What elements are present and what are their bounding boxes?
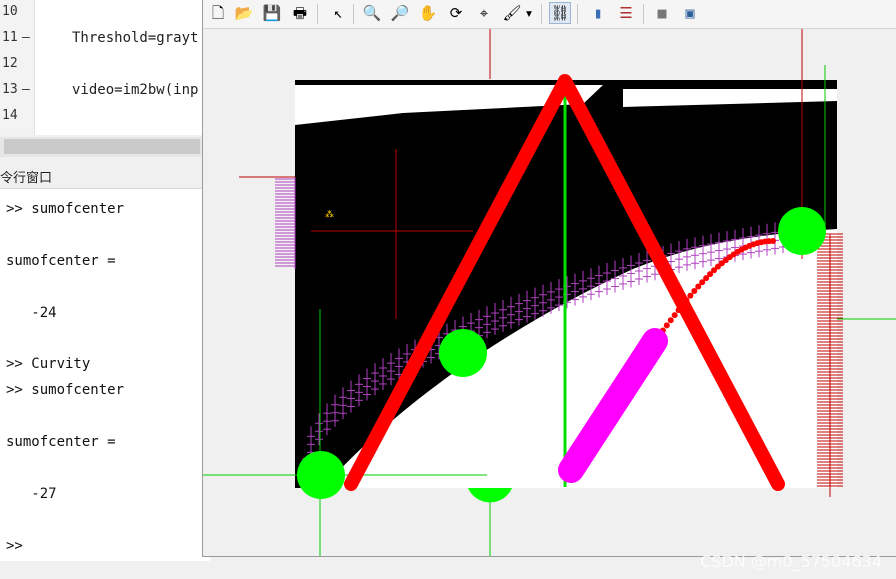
command-window-header: 令行窗口: [0, 164, 210, 189]
green-circle-marker: [297, 451, 345, 499]
command-window[interactable]: >> sumofcenter sumofcenter = -24 >> Curv…: [0, 189, 210, 561]
open-file-icon[interactable]: 📂: [233, 2, 255, 24]
line-number: 14: [2, 108, 18, 123]
rotate-3d-icon[interactable]: ⟳: [445, 2, 467, 24]
code-line[interactable]: video=im2bw(inp: [72, 82, 198, 98]
watermark: CSDN @m0_57504634: [700, 552, 882, 571]
colorbar-icon[interactable]: ▮: [587, 2, 609, 24]
link-plot-icon[interactable]: ⛓: [549, 2, 571, 24]
brush-icon[interactable]: 🖌: [501, 2, 523, 24]
breakpoint-dash[interactable]: —: [22, 30, 30, 45]
command-window-title: 令行窗口: [0, 171, 53, 186]
red-dot: [671, 312, 678, 319]
figure-window[interactable]: 🗋 📂 💾 🖶 ↖ 🔍 🔎 ✋ ⟳ ⌖ 🖌 ▾ ⛓ ▮ ☰ ■ ▣ ⁂: [202, 0, 896, 557]
code-line[interactable]: Threshold=grayt: [72, 30, 198, 46]
red-dot: [667, 317, 674, 324]
figure-toolbar: 🗋 📂 💾 🖶 ↖ 🔍 🔎 ✋ ⟳ ⌖ 🖌 ▾ ⛓ ▮ ☰ ■ ▣: [203, 0, 896, 29]
legend-icon[interactable]: ☰: [615, 2, 637, 24]
breakpoint-dash[interactable]: —: [22, 82, 30, 97]
red-dot: [675, 307, 682, 314]
toolbar-separator: [353, 4, 354, 24]
show-plot-tools-icon[interactable]: ▣: [679, 2, 701, 24]
command-output-line: sumofcenter =: [6, 434, 116, 450]
save-icon[interactable]: 💾: [261, 2, 283, 24]
edit-plot-arrow-icon[interactable]: ↖: [327, 2, 349, 24]
brush-dropdown-icon[interactable]: ▾: [523, 2, 535, 24]
pan-hand-icon[interactable]: ✋: [417, 2, 439, 24]
zoom-in-icon[interactable]: 🔍: [361, 2, 383, 24]
red-dot: [770, 238, 776, 244]
command-line: >> sumofcenter: [6, 201, 125, 217]
green-circle-marker-partial: [468, 488, 512, 503]
toolbar-separator: [541, 4, 542, 24]
line-number: 13: [2, 82, 18, 97]
print-icon[interactable]: 🖶: [289, 2, 311, 24]
data-cursor-icon[interactable]: ⌖: [473, 2, 495, 24]
red-dot: [683, 297, 690, 304]
new-figure-icon[interactable]: 🗋: [207, 2, 229, 24]
toolbar-separator: [317, 4, 318, 24]
zoom-out-icon[interactable]: 🔎: [389, 2, 411, 24]
command-output-line: sumofcenter =: [6, 253, 116, 269]
command-prompt[interactable]: >>: [6, 538, 23, 554]
line-number: 11: [2, 30, 18, 45]
command-output-value: -27: [6, 486, 57, 502]
scrollbar-thumb[interactable]: [4, 139, 200, 154]
line-number: 10: [2, 4, 18, 19]
command-line: >> Curvity: [6, 356, 91, 372]
command-output-value: -24: [6, 305, 57, 321]
code-editor[interactable]: 10 11 — Threshold=grayt 12 13 — video=im…: [0, 0, 210, 135]
figure-axes-canvas[interactable]: ⁂: [203, 29, 896, 556]
green-circle-marker: [778, 207, 826, 255]
green-circle-marker: [439, 329, 487, 377]
red-dot: [663, 322, 670, 329]
red-dot: [687, 292, 694, 299]
red-dot: [679, 302, 686, 309]
editor-horizontal-scrollbar[interactable]: [0, 137, 210, 157]
line-number: 12: [2, 56, 18, 71]
command-line: >> sumofcenter: [6, 382, 125, 398]
hide-plot-tools-icon[interactable]: ■: [651, 2, 673, 24]
left-hatch-marks: [275, 177, 296, 269]
small-yellow-marker: ⁂: [325, 209, 334, 220]
toolbar-separator: [577, 4, 578, 24]
toolbar-separator: [643, 4, 644, 24]
